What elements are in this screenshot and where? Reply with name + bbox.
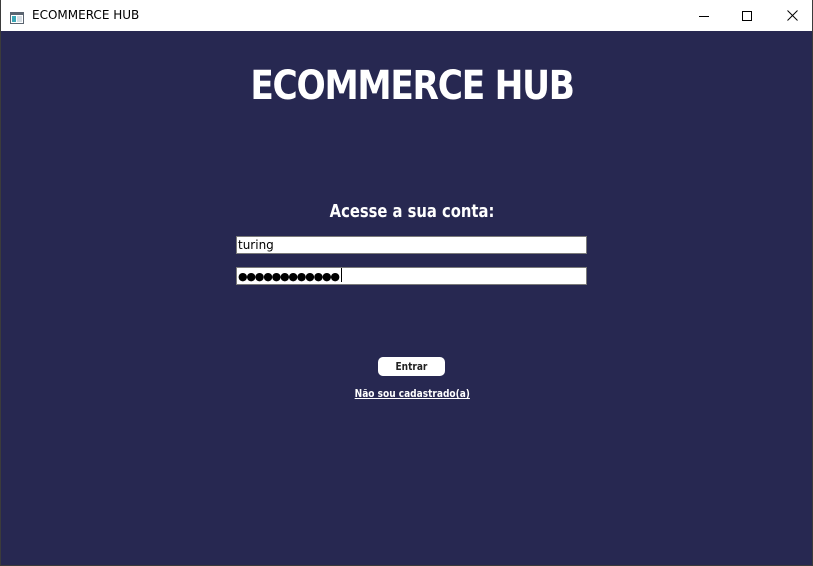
username-value: turing: [238, 238, 274, 252]
password-value: ●●●●●●●●●●●●: [238, 270, 340, 283]
close-icon: [786, 10, 798, 21]
close-button[interactable]: [769, 0, 813, 31]
login-button[interactable]: Entrar: [378, 357, 445, 376]
register-link-label: Não sou cadastrado(a): [354, 387, 470, 400]
app-window-icon: [10, 9, 24, 24]
login-button-label: Entrar: [395, 360, 428, 373]
app-heading: ECOMMERCE HUB: [250, 63, 575, 109]
maximize-button[interactable]: [724, 0, 770, 31]
login-panel: ECOMMERCE HUB Acesse a sua conta: turing…: [1, 31, 812, 565]
maximize-icon: [742, 10, 752, 21]
minimize-button[interactable]: [681, 0, 727, 31]
app-window: ECOMMERCE HUB ECOMMERCE HUB Acesse a sua…: [0, 0, 813, 566]
password-field[interactable]: ●●●●●●●●●●●●: [236, 267, 587, 285]
register-link[interactable]: Não sou cadastrado(a): [1, 387, 813, 401]
text-caret: [340, 268, 342, 282]
username-field[interactable]: turing: [236, 236, 587, 254]
title-bar[interactable]: ECOMMERCE HUB: [1, 0, 812, 31]
window-title: ECOMMERCE HUB: [32, 8, 140, 22]
login-subheading: Acesse a sua conta:: [329, 201, 495, 222]
minimize-icon: [699, 15, 709, 17]
